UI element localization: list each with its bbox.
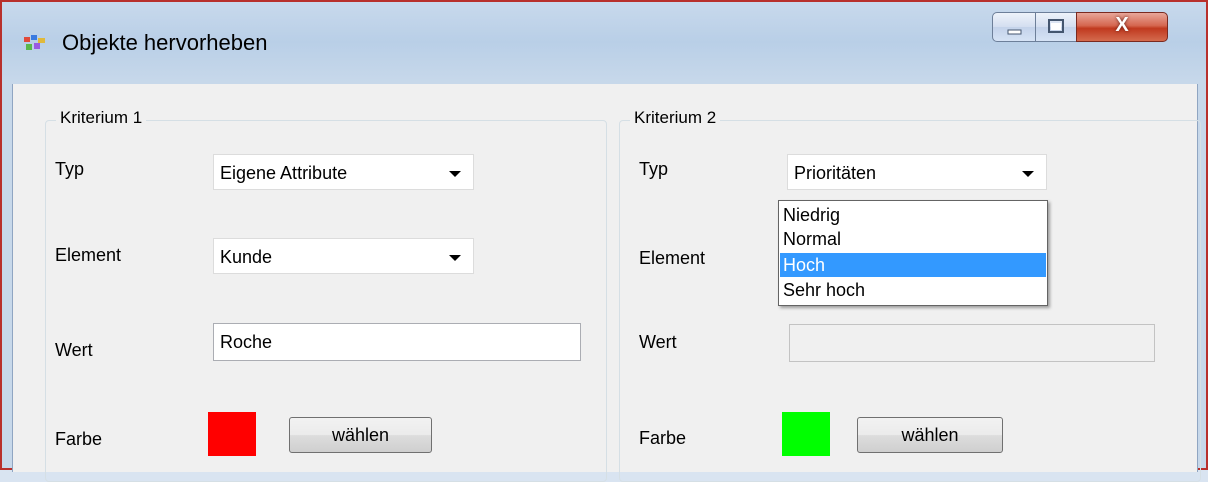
criterion-1-typ-label: Typ	[55, 159, 85, 179]
criterion-2-legend: Kriterium 2	[630, 108, 721, 128]
criterion-1-legend: Kriterium 1	[56, 108, 147, 128]
criterion-2-typ-value: Prioritäten	[794, 163, 877, 183]
maximize-icon	[1048, 19, 1064, 33]
maximize-button[interactable]	[1035, 12, 1077, 42]
close-icon: X	[1115, 14, 1129, 36]
criterion-1-farbe-label: Farbe	[55, 429, 103, 449]
criterion-2-wert-label: Wert	[639, 332, 677, 352]
criterion-1-element-value: Kunde	[220, 247, 273, 267]
app-icon	[24, 35, 45, 50]
chevron-down-icon	[1022, 171, 1034, 177]
criterion-1-typ-combobox[interactable]: Eigene Attribute	[213, 154, 474, 190]
criterion-1-choose-color-button[interactable]: wählen	[289, 417, 432, 453]
criterion-2-farbe-label: Farbe	[639, 428, 687, 448]
criterion-1-element-combobox[interactable]: Kunde	[213, 238, 474, 274]
criterion-2-choose-color-button[interactable]: wählen	[857, 417, 1003, 453]
criterion-1-typ-value: Eigene Attribute	[220, 163, 348, 183]
dropdown-option-highlighted[interactable]: Hoch	[780, 253, 1046, 277]
criterion-1-color-swatch	[208, 412, 256, 456]
title-bar[interactable]: Objekte hervorheben X	[2, 2, 1206, 84]
criterion-1-element-label: Element	[55, 245, 122, 265]
close-button[interactable]: X	[1076, 12, 1168, 42]
minimize-button[interactable]	[992, 12, 1036, 42]
window-title: Objekte hervorheben	[62, 30, 268, 55]
criterion-2-wert-input	[789, 324, 1155, 362]
criterion-2-element-dropdown-list: Niedrig Normal Hoch Sehr hoch	[778, 200, 1048, 306]
chevron-down-icon	[449, 255, 461, 261]
minimize-icon	[1007, 29, 1022, 35]
criterion-2-color-swatch	[782, 412, 830, 456]
criterion-2-typ-combobox[interactable]: Prioritäten	[787, 154, 1047, 190]
chevron-down-icon	[449, 171, 461, 177]
dialog-window: Objekte hervorheben X Kriterium 1 Typ Ei…	[0, 0, 1208, 482]
criterion-2-typ-label: Typ	[639, 159, 669, 179]
criterion-2-element-label: Element	[639, 248, 706, 268]
dropdown-option[interactable]: Niedrig	[780, 203, 1046, 227]
criterion-1-wert-input[interactable]: Roche	[213, 323, 581, 361]
dropdown-option[interactable]: Sehr hoch	[780, 278, 1046, 302]
criterion-1-wert-label: Wert	[55, 340, 93, 360]
criterion-1-wert-value: Roche	[220, 332, 273, 352]
dropdown-option[interactable]: Normal	[780, 227, 1046, 251]
